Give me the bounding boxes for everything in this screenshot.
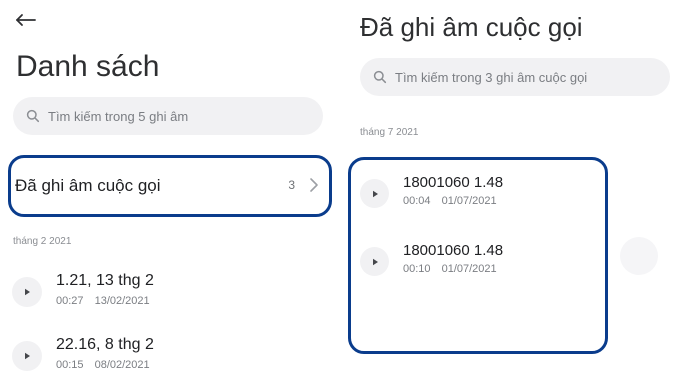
play-button[interactable] (360, 247, 389, 276)
play-icon (372, 190, 378, 197)
recording-date: 08/02/2021 (94, 359, 150, 371)
call-recordings-panel: Đã ghi âm cuộc gọi Tìm kiếm trong 3 ghi … (340, 0, 680, 382)
page-title: Đã ghi âm cuộc gọi (360, 12, 583, 42)
recording-duration: 00:10 (403, 263, 431, 275)
play-icon (25, 288, 30, 296)
search-input[interactable]: Tìm kiếm trong 5 ghi âm (13, 97, 323, 135)
search-icon (26, 109, 40, 123)
folder-title: Đã ghi âm cuộc gọi (15, 176, 161, 195)
section-label: tháng 2 2021 (13, 236, 72, 247)
recording-meta: 00:10 01/07/2021 (403, 263, 497, 275)
recording-title: 18001060 1.48 (403, 174, 504, 191)
recording-date: 01/07/2021 (441, 263, 497, 275)
list-item[interactable]: 22.16, 8 thg 2 00:15 08/02/2021 (0, 332, 340, 382)
search-icon (373, 70, 387, 84)
recording-meta: 00:04 01/07/2021 (403, 195, 497, 207)
call-recordings-folder[interactable]: Đã ghi âm cuộc gọi 3 (8, 155, 332, 217)
list-item[interactable]: 18001060 1.48 00:04 01/07/2021 (351, 167, 605, 223)
recording-duration: 00:27 (56, 295, 84, 307)
play-button[interactable] (12, 277, 42, 307)
recording-title: 22.16, 8 thg 2 (56, 336, 154, 353)
folder-count: 3 (288, 178, 295, 192)
recording-title: 1.21, 13 thg 2 (56, 272, 154, 289)
recording-duration: 00:15 (56, 359, 84, 371)
search-input[interactable]: Tìm kiếm trong 3 ghi âm cuộc gọi (360, 58, 670, 96)
highlighted-recordings-group: 18001060 1.48 00:04 01/07/2021 18001060 … (348, 157, 608, 354)
chevron-right-icon (310, 178, 318, 192)
recordings-list-panel: Danh sách Tìm kiếm trong 5 ghi âm Đã ghi… (0, 0, 340, 382)
recording-meta: 00:15 08/02/2021 (56, 359, 150, 371)
recording-date: 13/02/2021 (94, 295, 150, 307)
search-placeholder: Tìm kiếm trong 5 ghi âm (48, 108, 189, 124)
recording-date: 01/07/2021 (441, 195, 497, 207)
recording-title: 18001060 1.48 (403, 242, 504, 259)
back-button[interactable] (10, 6, 40, 34)
recording-duration: 00:04 (403, 195, 431, 207)
play-button[interactable] (360, 179, 389, 208)
faded-action-circle (620, 237, 658, 275)
play-icon (372, 258, 378, 265)
play-icon (25, 352, 30, 360)
back-arrow-icon (16, 14, 36, 26)
section-label: tháng 7 2021 (360, 127, 419, 138)
page-title: Danh sách (16, 50, 160, 83)
play-button[interactable] (12, 341, 42, 371)
list-item[interactable]: 1.21, 13 thg 2 00:27 13/02/2021 (0, 268, 340, 324)
recording-meta: 00:27 13/02/2021 (56, 295, 150, 307)
search-placeholder: Tìm kiếm trong 3 ghi âm cuộc gọi (395, 69, 588, 85)
call-recording-screens: Danh sách Tìm kiếm trong 5 ghi âm Đã ghi… (0, 0, 680, 382)
list-item[interactable]: 18001060 1.48 00:10 01/07/2021 (351, 235, 605, 291)
